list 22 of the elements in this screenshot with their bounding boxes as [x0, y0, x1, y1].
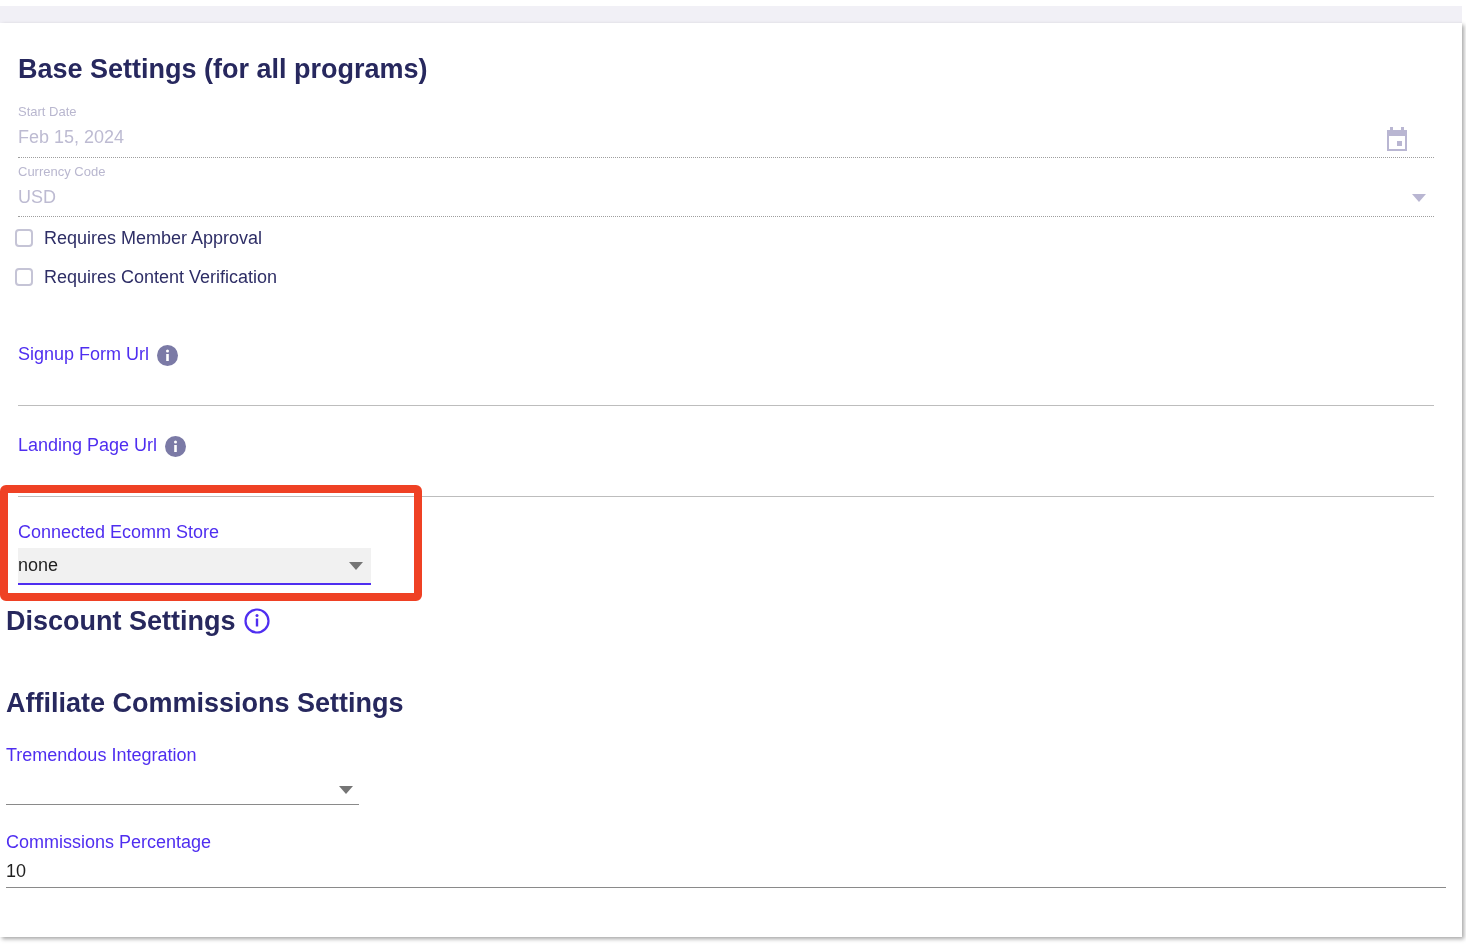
info-icon[interactable]: [157, 344, 179, 366]
caret-icon: [1412, 194, 1426, 203]
checkbox[interactable]: [15, 268, 33, 287]
checkbox-label: Requires Content Verification: [44, 266, 278, 289]
select-field[interactable]: none: [18, 548, 371, 585]
info-icon[interactable]: [243, 608, 270, 635]
text-field[interactable]: 10: [6, 855, 1446, 888]
field-label: Currency Code: [18, 164, 107, 179]
info-icon[interactable]: [165, 435, 187, 457]
checkbox[interactable]: [15, 229, 33, 248]
caret-icon: [349, 562, 363, 571]
caret-icon: [339, 786, 353, 795]
checkbox-label: Requires Member Approval: [44, 227, 263, 250]
section-heading: Affiliate Commissions Settings: [6, 687, 405, 720]
section-heading: Discount Settings: [6, 605, 236, 638]
field-label: Landing Page Url: [18, 434, 158, 457]
field-label: Signup Form Url: [18, 343, 150, 366]
field-label: Tremendous Integration: [6, 743, 198, 767]
field-label: Start Date: [18, 105, 78, 120]
field-label: Connected Ecomm Store: [18, 521, 221, 544]
field-label: Commissions Percentage: [6, 830, 213, 854]
section-heading: Base Settings (for all programs): [18, 53, 429, 86]
